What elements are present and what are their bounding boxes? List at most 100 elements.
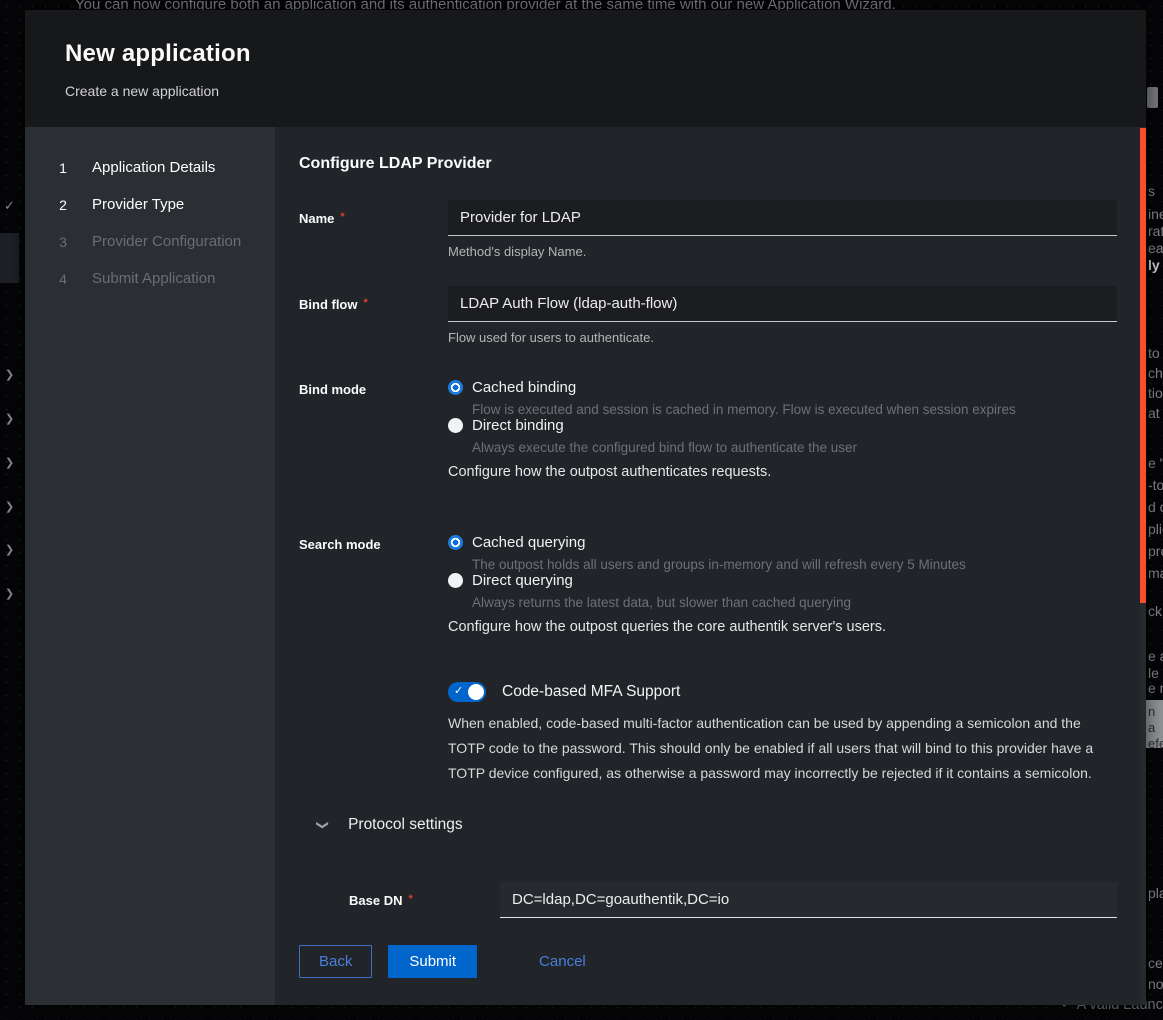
bind-flow-label: Bind flow * xyxy=(299,286,448,345)
wizard-step-provider-configuration[interactable]: 3 Provider Configuration xyxy=(25,223,275,260)
radio-help-text: Flow is executed and session is cached i… xyxy=(448,402,1117,417)
protocol-settings-label: Protocol settings xyxy=(348,816,463,834)
radio-help-text: Always returns the latest data, but slow… xyxy=(448,595,1117,610)
bg-text-fragment: ma xyxy=(1148,565,1163,581)
radio-direct-querying[interactable]: Direct querying xyxy=(448,572,1117,589)
step-label: Provider Type xyxy=(92,196,184,213)
required-asterisk: * xyxy=(364,297,368,309)
bg-text-fragment: le xyxy=(1148,665,1159,681)
bg-text-fragment: ces xyxy=(1148,955,1163,971)
radio-unselected-icon[interactable] xyxy=(448,573,463,588)
radio-direct-binding[interactable]: Direct binding xyxy=(448,417,1117,434)
bg-text-fragment: tion xyxy=(1148,385,1163,401)
cancel-button[interactable]: Cancel xyxy=(535,945,590,978)
modal-subtitle: Create a new application xyxy=(65,83,1146,99)
bg-text-fragment: ch xyxy=(1148,365,1163,381)
form-row-bind-flow: Bind flow * Flow used for users to authen… xyxy=(299,286,1117,345)
label-text: Name xyxy=(299,211,334,226)
wizard-step-submit-application[interactable]: 4 Submit Application xyxy=(25,260,275,297)
form-row-name: Name* Method's display Name. xyxy=(299,200,1117,259)
chevron-right-icon: ❯ xyxy=(5,587,14,600)
modal-footer: Back Submit Cancel xyxy=(299,945,590,978)
protocol-settings-expander[interactable]: ❯ Protocol settings xyxy=(318,816,463,834)
mfa-help-text: When enabled, code-based multi-factor au… xyxy=(448,711,1117,786)
name-label: Name* xyxy=(299,200,448,259)
bind-flow-select[interactable] xyxy=(448,286,1117,322)
bg-text-fragment: ck xyxy=(1148,603,1162,619)
required-asterisk: * xyxy=(408,893,412,905)
bg-text-fragment: n a xyxy=(1148,704,1163,736)
bg-text-fragment: e "o xyxy=(1148,455,1163,471)
chevron-right-icon: ❯ xyxy=(5,456,14,469)
chevron-down-icon: ❯ xyxy=(316,820,330,830)
background-left-rail: ✓ ❯ ❯ ❯ ❯ ❯ ❯ xyxy=(0,0,25,1020)
content-scrollbar-track[interactable] xyxy=(1140,127,1146,1005)
step-number: 4 xyxy=(58,271,68,287)
bg-text-fragment: ea xyxy=(1148,240,1163,256)
step-number: 1 xyxy=(58,160,68,176)
radio-label: Cached binding xyxy=(472,379,576,396)
bg-text-fragment: rat xyxy=(1148,223,1163,239)
name-input[interactable] xyxy=(448,200,1117,236)
background-row-highlight xyxy=(0,233,19,283)
search-mode-note: Configure how the outpost queries the co… xyxy=(448,619,1117,635)
form-row-base-dn: Base DN * xyxy=(349,882,1117,918)
radio-label: Cached querying xyxy=(472,534,585,551)
label-text: Base DN xyxy=(349,893,402,908)
name-help-text: Method's display Name. xyxy=(448,244,1117,259)
chevron-right-icon: ❯ xyxy=(5,543,14,556)
form-row-bind-mode: Bind mode Cached binding Flow is execute… xyxy=(299,379,1117,480)
base-dn-label: Base DN * xyxy=(349,882,500,918)
bg-text-fragment: ly a xyxy=(1148,257,1163,273)
bg-text-fragment: e a xyxy=(1148,648,1163,664)
chevron-right-icon: ❯ xyxy=(5,500,14,513)
check-icon: ✓ xyxy=(4,198,15,214)
label-text: Bind flow xyxy=(299,297,358,312)
bind-mode-label: Bind mode xyxy=(299,379,448,480)
check-icon: ✓ xyxy=(454,684,463,697)
wizard-step-application-details[interactable]: 1 Application Details xyxy=(25,149,275,186)
radio-help-text: The outpost holds all users and groups i… xyxy=(448,557,1117,572)
radio-label: Direct querying xyxy=(472,572,573,589)
mfa-toggle-switch[interactable]: ✓ xyxy=(448,682,486,702)
bg-text-fragment: e n xyxy=(1148,680,1163,696)
radio-selected-icon[interactable] xyxy=(448,380,463,395)
radio-cached-querying[interactable]: Cached querying xyxy=(448,534,1117,551)
bg-text-fragment: pro xyxy=(1148,543,1163,559)
form-row-search-mode: Search mode Cached querying The outpost … xyxy=(299,534,1117,635)
bg-text-fragment: no xyxy=(1148,976,1163,992)
wizard-step-provider-type[interactable]: 2 Provider Type xyxy=(25,186,275,223)
bind-flow-help-text: Flow used for users to authenticate. xyxy=(448,330,1117,345)
label-text: Search mode xyxy=(299,537,381,552)
label-text: Bind mode xyxy=(299,382,366,397)
radio-help-text: Always execute the configured bind flow … xyxy=(448,440,1117,455)
step-label: Submit Application xyxy=(92,270,215,287)
mfa-empty-label xyxy=(299,682,448,786)
mfa-toggle-label: Code-based MFA Support xyxy=(502,683,680,701)
bg-text-fragment: efe xyxy=(1148,736,1163,748)
step-number: 3 xyxy=(58,234,68,250)
bg-text-fragment: plie xyxy=(1148,521,1163,537)
wizard-content: Configure LDAP Provider Name* Method's d… xyxy=(275,127,1146,1005)
submit-button[interactable]: Submit xyxy=(388,945,477,978)
back-button[interactable]: Back xyxy=(299,945,372,978)
base-dn-input[interactable] xyxy=(500,882,1117,918)
mfa-toggle-row[interactable]: ✓ Code-based MFA Support xyxy=(448,682,1117,702)
new-application-modal: New application Create a new application… xyxy=(25,10,1146,1005)
page-title: Configure LDAP Provider xyxy=(299,155,492,173)
chevron-right-icon: ❯ xyxy=(5,412,14,425)
bg-text-fragment: -to xyxy=(1148,477,1163,493)
background-gray-box-fragment: n a efe xyxy=(1146,700,1163,748)
bg-text-fragment: to xyxy=(1148,345,1160,361)
background-button-fragment xyxy=(1147,87,1158,108)
content-scrollbar-thumb[interactable] xyxy=(1140,128,1146,603)
radio-unselected-icon[interactable] xyxy=(448,418,463,433)
bg-text-fragment: ine xyxy=(1148,206,1163,222)
step-label: Provider Configuration xyxy=(92,233,241,250)
radio-cached-binding[interactable]: Cached binding xyxy=(448,379,1117,396)
bind-mode-note: Configure how the outpost authenticates … xyxy=(448,464,1117,480)
wizard-steps-sidebar: 1 Application Details 2 Provider Type 3 … xyxy=(25,127,275,1005)
step-number: 2 xyxy=(58,197,68,213)
bg-text-fragment: pla xyxy=(1148,885,1163,901)
radio-selected-icon[interactable] xyxy=(448,535,463,550)
